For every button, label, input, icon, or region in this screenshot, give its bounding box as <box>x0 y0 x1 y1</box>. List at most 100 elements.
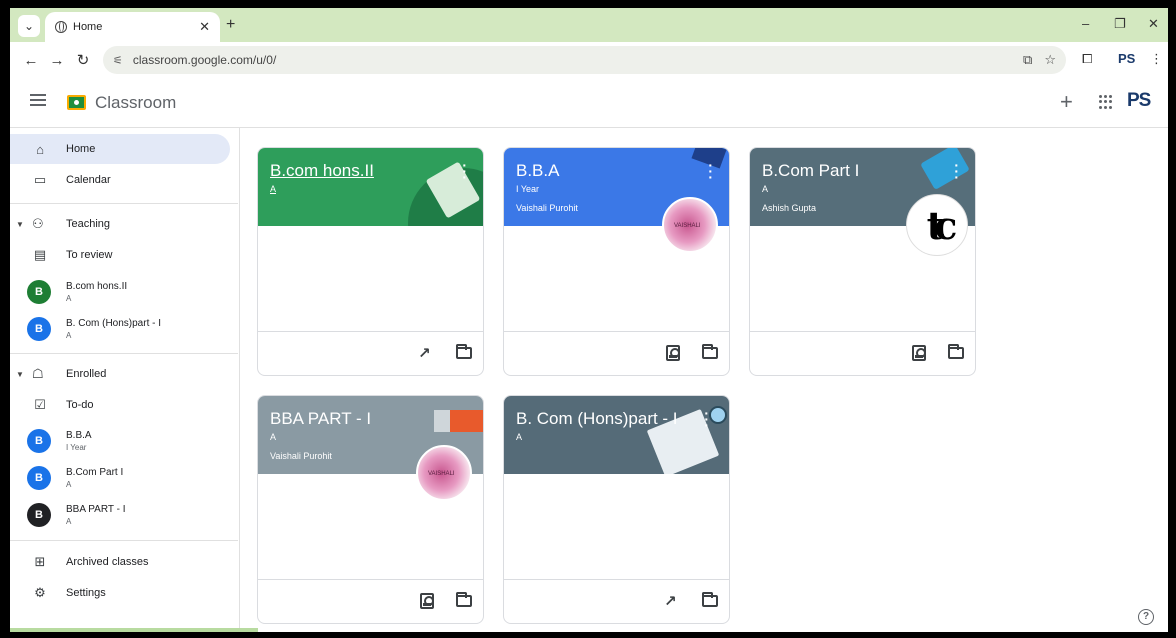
divider <box>10 540 238 541</box>
sidebar-item-archived[interactable]: ⊞ Archived classes <box>10 547 230 577</box>
sidebar-section-enrolled[interactable]: ▼ ☖ Enrolled <box>10 359 230 389</box>
close-tab-icon[interactable]: ✕ <box>199 19 210 35</box>
card-more-icon[interactable]: · · · <box>708 158 713 184</box>
card-more-icon[interactable]: · · · <box>704 406 709 432</box>
card-title[interactable]: B. Com (Hons)part - I <box>516 409 696 429</box>
close-window-button[interactable]: ✕ <box>1148 16 1159 32</box>
help-icon[interactable]: ? <box>1138 609 1154 625</box>
card-title[interactable]: B.B.A <box>516 161 696 181</box>
browser-tab[interactable]: Home ✕ <box>45 12 220 42</box>
sidebar-class-item[interactable]: B B.com hons.II A <box>10 274 230 310</box>
card-title[interactable]: B.com hons.II <box>270 161 450 181</box>
sidebar-item-label: Teaching <box>66 218 111 230</box>
url-text: classroom.google.com/u/0/ <box>132 53 277 67</box>
main-menu-icon[interactable] <box>30 94 46 106</box>
classroom-logo[interactable] <box>67 95 86 110</box>
sidebar-item-label: Calendar <box>66 174 111 186</box>
folder-icon[interactable] <box>702 592 718 607</box>
caret-down-icon[interactable]: ▼ <box>16 220 26 229</box>
sidebar-item-todo[interactable]: ☑ To-do <box>10 390 230 420</box>
tab-strip: ⌄ Home ✕ + – ❐ ✕ <box>10 8 1168 42</box>
card-header[interactable]: B. Com (Hons)part - I A · · · <box>504 396 729 474</box>
sidebar-item-label: To review <box>66 249 113 261</box>
class-name: B.B.A <box>66 430 92 441</box>
avatar-text: VAISHALI <box>428 471 455 477</box>
bookmark-star-icon[interactable]: ☆ <box>1044 52 1056 68</box>
card-footer <box>504 331 729 375</box>
extensions-icon[interactable]: ⧠ <box>1082 51 1092 67</box>
class-section: A <box>66 331 72 340</box>
create-join-class-icon[interactable]: + <box>1060 89 1073 115</box>
class-card[interactable]: B.com hons.II A · · · ↗ <box>257 147 484 376</box>
minimize-button[interactable]: – <box>1082 16 1089 31</box>
folder-icon[interactable] <box>948 344 964 359</box>
app-title[interactable]: Classroom <box>95 93 176 113</box>
back-button[interactable]: ← <box>18 52 44 69</box>
teacher-avatar[interactable]: VAISHALI <box>416 445 472 501</box>
sidebar-class-item[interactable]: B B.Com Part I A <box>10 460 230 496</box>
portfolio-icon[interactable] <box>420 593 434 609</box>
card-more-icon[interactable]: · · · <box>462 158 467 184</box>
classroom-header: Classroom + PS <box>10 78 1168 128</box>
class-section: A <box>66 480 72 489</box>
install-app-icon[interactable]: ⧉ <box>1023 52 1032 68</box>
class-avatar: B <box>27 429 51 453</box>
chevron-down-icon: ⌄ <box>23 19 35 33</box>
card-title[interactable]: B.Com Part I <box>762 161 942 181</box>
todo-icon: ☑ <box>34 397 46 412</box>
tab-title: Home <box>73 21 103 33</box>
new-tab-button[interactable]: + <box>226 16 235 34</box>
sidebar-class-item[interactable]: B BBA PART - I A <box>10 497 230 533</box>
sidebar-item-home[interactable]: ⌂ Home <box>10 134 230 164</box>
portfolio-icon[interactable] <box>666 345 680 361</box>
address-bar[interactable]: ⚟ classroom.google.com/u/0/ ⧉ ☆ <box>103 46 1066 74</box>
divider <box>10 353 238 354</box>
class-name: B.com hons.II <box>66 281 128 292</box>
site-info-icon[interactable]: ⚟ <box>113 54 123 67</box>
sidebar-item-label: To-do <box>66 399 94 411</box>
sidebar-class-item[interactable]: B B.B.A I Year <box>10 423 230 459</box>
card-section: A <box>516 432 523 442</box>
trending-icon[interactable]: ↗ <box>664 592 677 610</box>
browser-menu-icon[interactable]: ⋮ <box>1150 51 1163 67</box>
card-header[interactable]: B.com hons.II A · · · <box>258 148 483 226</box>
sidebar-item-calendar[interactable]: ▭ Calendar <box>10 165 230 195</box>
class-card[interactable]: B.B.A I Year Vaishali Purohit · · · VAISHA… <box>503 147 730 376</box>
trending-icon[interactable]: ↗ <box>418 344 431 362</box>
folder-icon[interactable] <box>702 344 718 359</box>
class-card[interactable]: B. Com (Hons)part - I A · · · ↗ <box>503 395 730 624</box>
class-avatar: B <box>27 466 51 490</box>
portfolio-icon[interactable] <box>912 345 926 361</box>
reload-button[interactable]: ↻ <box>70 51 96 69</box>
sidebar-item-label: Archived classes <box>66 556 149 568</box>
teacher-avatar[interactable]: VAISHALI <box>662 197 718 253</box>
sidebar-item-label: Settings <box>66 587 106 599</box>
sidebar-class-item[interactable]: B B. Com (Hons)part - I A <box>10 311 230 347</box>
class-section: A <box>66 517 72 526</box>
browser-profile-avatar[interactable]: PS <box>1118 51 1135 66</box>
caret-down-icon[interactable]: ▼ <box>16 370 26 379</box>
restore-button[interactable]: ❐ <box>1114 16 1126 32</box>
card-footer <box>258 579 483 623</box>
teaching-icon: ⚇ <box>32 216 44 231</box>
folder-icon[interactable] <box>456 592 472 607</box>
tab-search-button[interactable]: ⌄ <box>18 15 40 37</box>
card-footer <box>750 331 975 375</box>
sidebar-section-teaching[interactable]: ▼ ⚇ Teaching <box>10 209 230 239</box>
card-section[interactable]: A <box>270 184 471 194</box>
teacher-avatar[interactable]: tc <box>906 194 968 256</box>
forward-button[interactable]: → <box>44 52 70 69</box>
class-name: B.Com Part I <box>66 467 124 478</box>
card-footer: ↗ <box>504 579 729 623</box>
browser-window: ⌄ Home ✕ + – ❐ ✕ ← → ↻ ⚟ classroom.googl… <box>10 8 1168 632</box>
sidebar-item-settings[interactable]: ⚙ Settings <box>10 578 230 608</box>
folder-icon[interactable] <box>456 344 472 359</box>
account-avatar[interactable]: PS <box>1127 90 1151 112</box>
card-title[interactable]: BBA PART - I <box>270 409 450 429</box>
class-card[interactable]: BBA PART - I A Vaishali Purohit VAISHALI <box>257 395 484 624</box>
divider <box>10 203 238 204</box>
card-more-icon[interactable]: · · · <box>954 158 959 184</box>
sidebar-item-to-review[interactable]: ▤ To review <box>10 240 230 270</box>
class-card[interactable]: B.Com Part I A Ashish Gupta · · · tc <box>749 147 976 376</box>
google-apps-icon[interactable] <box>1099 95 1113 109</box>
